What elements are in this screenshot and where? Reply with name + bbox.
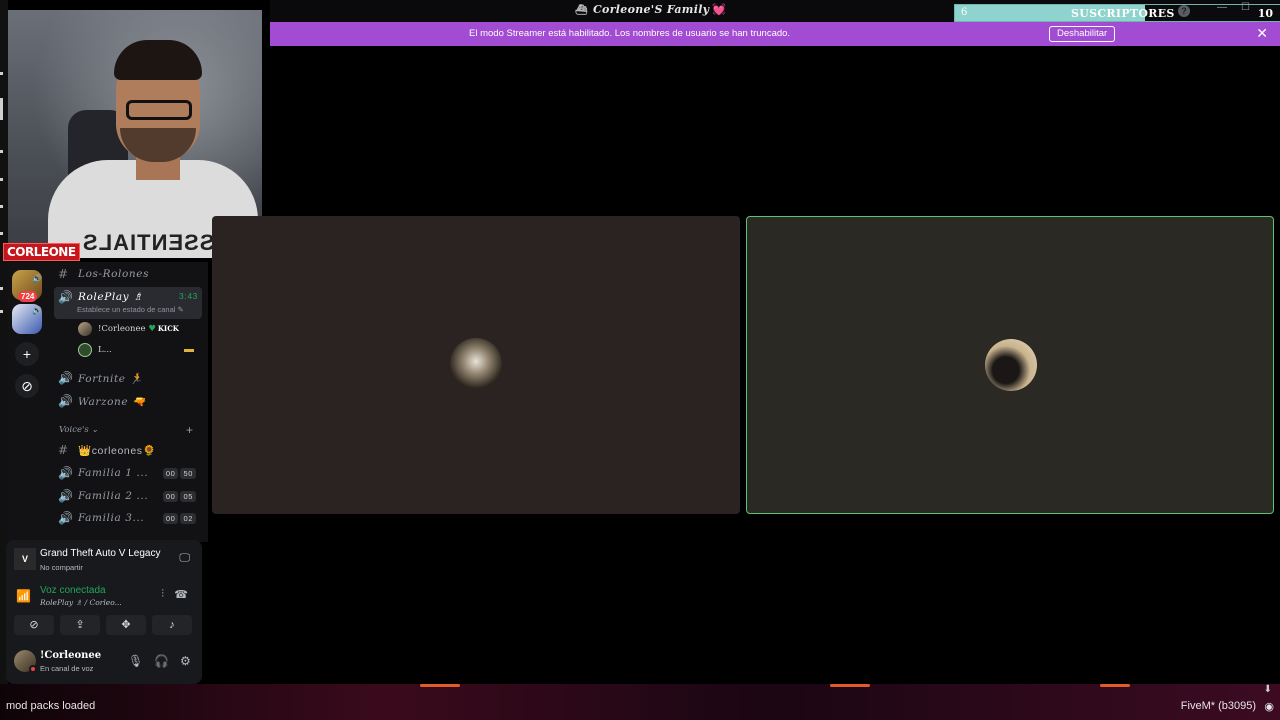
- share-screen-icon[interactable]: 🖵: [179, 552, 190, 565]
- subscriber-count: 6: [961, 7, 968, 18]
- speaker-icon: 🔊: [58, 466, 74, 480]
- disconnect-icon[interactable]: ☎: [174, 588, 188, 601]
- status-dot: [29, 665, 37, 673]
- fivem-icon: ◉: [1264, 701, 1274, 713]
- game-status-bar: ⬇ mod packs loaded FiveM* (b3095) ◉: [0, 684, 1280, 720]
- signal-icon[interactable]: 📶: [16, 589, 31, 603]
- activity-status[interactable]: V Grand Theft Auto V Legacy No compartir…: [14, 546, 194, 576]
- username[interactable]: !Corleonee: [40, 650, 101, 661]
- glasses: [126, 100, 192, 120]
- kick-badge: KICK: [157, 324, 179, 333]
- current-user: !Corleonee En canal de voz 🎙 🎧 ⚙: [14, 648, 196, 678]
- voice-user[interactable]: L... ▬: [78, 342, 200, 360]
- voice-user-name: !Corleonee: [98, 324, 146, 334]
- help-icon[interactable]: ?: [1178, 5, 1190, 17]
- voice-channel-label[interactable]: RolePlay ♗ / Corleo...: [40, 598, 122, 607]
- headphones-icon[interactable]: 🎧: [154, 654, 169, 668]
- window-title: ⛴ Corleone'S Family 💓: [575, 3, 727, 16]
- channel-familia-1[interactable]: 🔊 Familia 1 ... 00 50: [54, 463, 202, 483]
- add-server-icon[interactable]: +: [15, 342, 39, 366]
- channel-fortnite-emoji: 🏃: [129, 373, 144, 385]
- channel-fortnite[interactable]: 🔊 Fortnite 🏃: [54, 368, 202, 388]
- subscriber-label: SUSCRIPTORES: [1071, 7, 1175, 20]
- ship-icon: ⛴: [575, 5, 588, 16]
- speaker-icon: 🔊: [58, 371, 74, 385]
- voice-tile-1[interactable]: [212, 216, 740, 514]
- voice-tile-2-speaking[interactable]: [746, 216, 1274, 514]
- noise-suppression-icon[interactable]: ⫶: [161, 588, 164, 601]
- voice-connected-label[interactable]: Voz conectada: [40, 585, 106, 596]
- heart-icon: ♥: [148, 324, 156, 334]
- speaker-icon: 🔊: [58, 489, 74, 503]
- channel-corleones-label: corleones: [91, 445, 143, 457]
- server-mention-badge: 724: [18, 291, 38, 302]
- voice-timer: 3:43: [179, 291, 198, 301]
- activity-title: Grand Theft Auto V Legacy: [40, 548, 161, 559]
- speaker-icon: 🔊: [58, 394, 74, 408]
- fivem-build: FiveM* (b3095): [1180, 700, 1256, 712]
- microphone-icon[interactable]: 🎙: [128, 654, 143, 668]
- close-icon[interactable]: ✕: [1256, 25, 1268, 42]
- subscriber-goal-widget: 6 SUSCRIPTORES 10: [954, 4, 1280, 22]
- voice-user-name: L...: [98, 345, 112, 355]
- channel-roleplay[interactable]: 🔊 RolePlay ♗ 3:43: [54, 287, 202, 319]
- sunflower-icon: 🌻: [142, 445, 157, 457]
- speaker-icon: 🔊: [58, 511, 74, 525]
- banner-text: El modo Streamer está habilitado. Los no…: [469, 28, 791, 39]
- channel-corleones[interactable]: # 👑corleones🌻: [54, 440, 202, 460]
- user-panel: V Grand Theft Auto V Legacy No compartir…: [6, 540, 202, 684]
- screen-share-button[interactable]: ⇪: [60, 615, 100, 635]
- channel-familia-2[interactable]: 🔊 Familia 2 ... 00 05: [54, 486, 202, 506]
- minimize-icon[interactable]: —: [1217, 2, 1227, 13]
- channel-warzone[interactable]: 🔊 Warzone 🔫: [54, 391, 202, 411]
- participant-avatar: [450, 338, 502, 390]
- mod-packs-text: mod packs loaded: [6, 700, 96, 712]
- disable-streamer-mode-button[interactable]: Deshabilitar: [1049, 26, 1116, 42]
- shirt-text: ESSENTIALS: [82, 230, 231, 255]
- channel-familia-3[interactable]: 🔊 Familia 3... 00 02: [54, 508, 202, 528]
- maximize-icon[interactable]: ☐: [1241, 2, 1250, 13]
- voice-controls: ⊘ ⇪ ✥ ♪: [14, 615, 194, 637]
- gear-icon[interactable]: ⚙: [180, 654, 191, 668]
- download-icon: ⬇: [1263, 684, 1272, 695]
- voice-connection: 📶 Voz conectada RolePlay ♗ / Corleo... ⫶…: [14, 584, 194, 612]
- camera-off-button[interactable]: ⊘: [14, 615, 54, 635]
- user-limit-badge: 00 02: [161, 512, 196, 524]
- channel-los-rolones[interactable]: # Los-Rolones: [54, 264, 202, 284]
- crown-icon: 👑: [78, 445, 92, 457]
- channel-roleplay-emoji: ♗: [133, 291, 144, 303]
- user-limit-badge: 00 05: [161, 490, 196, 502]
- speaker-icon: 🔊: [32, 274, 42, 283]
- set-channel-status-hint[interactable]: Establece un estado de canal ✎: [77, 305, 184, 314]
- speaker-icon: 🔊: [32, 306, 42, 315]
- heart-icon: 💓: [712, 3, 727, 16]
- hash-icon: #: [58, 267, 69, 281]
- channel-fortnite-label: Fortnite: [78, 373, 126, 385]
- channel-roleplay-label: RolePlay: [78, 291, 130, 303]
- participant-avatar: [985, 339, 1037, 391]
- hash-icon: #: [58, 443, 69, 457]
- user-status: En canal de voz: [40, 664, 94, 673]
- subscriber-goal: 10: [1257, 7, 1273, 20]
- avatar: [78, 343, 92, 357]
- activity-subtitle: No compartir: [40, 563, 83, 572]
- category-voices[interactable]: Voice's ⌄: [59, 425, 99, 435]
- activity-icon: ▬: [184, 344, 194, 355]
- user-limit-badge: 00 50: [161, 467, 196, 479]
- webcam-name-tag: CORLEONE: [3, 243, 80, 261]
- chevron-down-icon: ⌄: [91, 425, 99, 435]
- voice-user[interactable]: !Corleonee ♥ KICK: [78, 321, 200, 339]
- soundboard-button[interactable]: ♪: [152, 615, 192, 635]
- avatar: [78, 322, 92, 336]
- explore-icon[interactable]: ⊘: [15, 374, 39, 398]
- activities-button[interactable]: ✥: [106, 615, 146, 635]
- channel-warzone-emoji: 🔫: [132, 396, 146, 408]
- channel-warzone-label: Warzone: [78, 396, 129, 408]
- add-channel-icon[interactable]: +: [186, 423, 193, 437]
- gta-icon: V: [14, 548, 36, 570]
- speaker-icon: 🔊: [58, 290, 74, 304]
- streamer-mode-banner: El modo Streamer está habilitado. Los no…: [270, 22, 1280, 46]
